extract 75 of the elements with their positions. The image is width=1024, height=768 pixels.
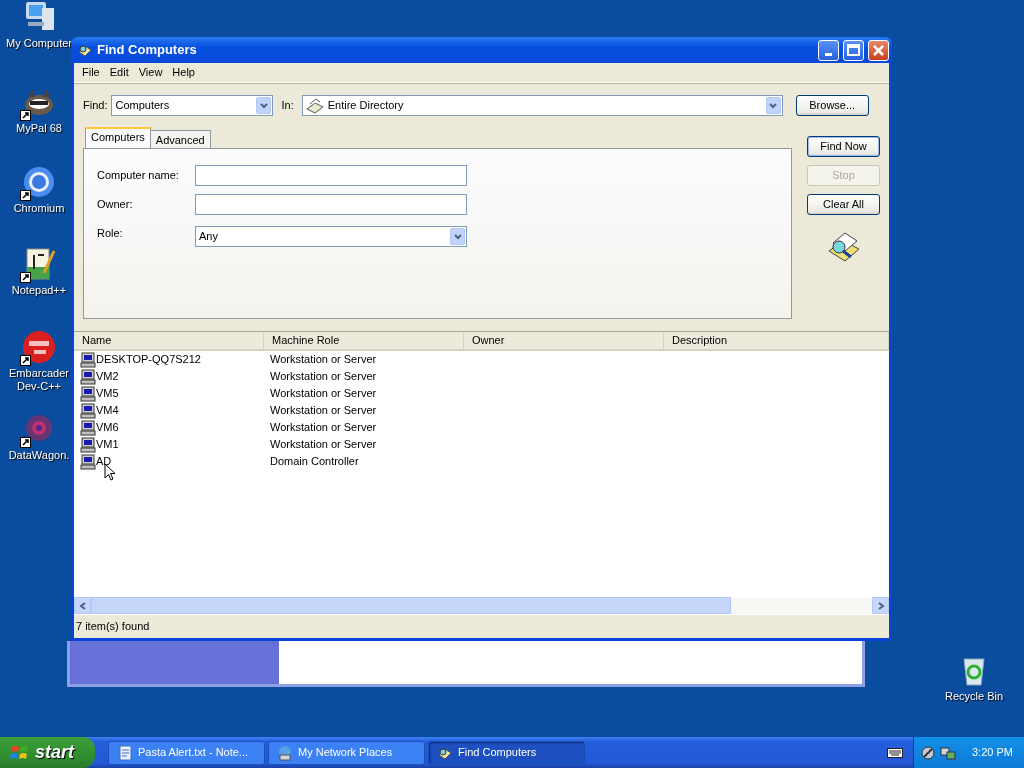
window-title: Find Computers [97,41,197,60]
menu-item[interactable]: Edit [105,64,133,81]
desktop-icon-label[interactable]: My Computer [6,37,72,50]
directory-icon [305,97,324,114]
start-button[interactable]: start [0,737,95,768]
field-label: Find: [83,98,108,114]
role-dropdown[interactable]: Any [195,225,467,247]
column-header[interactable]: Name [74,332,264,349]
close-button[interactable] [868,39,889,61]
table-cell[interactable]: VM6 [96,419,119,436]
computer-icon [80,419,96,436]
scrollbar-thumb[interactable] [91,597,731,614]
computer-icon [80,402,96,419]
notepad-icon [117,744,133,761]
desktop-icon-label[interactable]: Chromium [13,202,65,215]
field-label: Owner: [97,197,134,213]
minimize-button[interactable] [818,39,839,61]
status-text: 7 item(s) found [76,619,150,635]
scroll-left-button[interactable] [74,597,91,614]
menu-item[interactable]: File [78,64,104,81]
table-cell[interactable]: VM2 [96,368,119,385]
menu-item[interactable]: View [134,64,167,81]
menu-item[interactable]: Help [168,64,199,81]
desktop-icon-label[interactable]: Recycle Bin [944,690,1004,703]
minimize-icon [825,53,832,56]
tab[interactable]: Computers [85,127,151,148]
column-header[interactable]: Description [664,332,889,349]
action-button[interactable]: Clear All [807,194,880,215]
computer-icon [80,351,96,368]
table-cell: Workstation or Server [270,438,377,451]
text-field[interactable] [195,194,467,215]
table-cell: Workstation or Server [270,353,377,366]
taskbar-button[interactable]: Pasta Alert.txt - Note... [108,740,265,765]
computer-icon [80,368,96,385]
desktop-icon-label[interactable]: DataWagon. [8,449,70,462]
table-cell: Domain Controller [270,455,359,468]
computer-icon [80,436,96,453]
text-field[interactable] [195,165,467,186]
browser-icon[interactable] [22,165,56,199]
table-cell: Workstation or Server [270,370,377,383]
location-dropdown[interactable]: Entire Directory [301,95,783,116]
cursor-icon [104,463,116,481]
search-computer-icon [77,42,93,58]
maximize-icon [845,41,862,59]
network-icon [277,744,293,761]
column-header[interactable]: Owner [464,332,664,349]
table-cell: Workstation or Server [270,387,377,400]
taskbar-button[interactable]: My Network Places [268,740,425,765]
table-cell[interactable]: VM1 [96,436,119,453]
find-dropdown[interactable]: Computers [111,95,274,116]
maximize-button[interactable] [843,39,864,61]
keyboard-icon[interactable] [887,746,903,759]
network-icon[interactable] [940,744,956,761]
table-cell: Workstation or Server [270,404,377,417]
column-header[interactable]: Machine Role [264,332,464,349]
computer-icon [80,385,96,402]
desktop-icon-label[interactable]: MyPal 68 [16,122,62,135]
taskbar-button[interactable]: Find Computers [428,740,585,765]
desktop-icon-label[interactable]: Embarcader Dev-C++ [4,367,74,393]
table-cell[interactable]: VM5 [96,385,119,402]
windows-logo-icon [10,743,30,762]
browse-button[interactable]: Browse... [795,95,869,116]
field-label: Role: [97,226,124,242]
background-window[interactable] [67,641,865,687]
field-label: Computer name: [97,168,180,184]
clock: 3:20 PM [972,745,1013,761]
table-cell[interactable]: VM4 [96,402,119,419]
table-cell[interactable]: DESKTOP-QQ7S212 [96,351,201,368]
table-cell: Workstation or Server [270,421,377,434]
field-label: In: [281,98,294,114]
action-button[interactable]: Find Now [807,136,880,157]
tab[interactable]: Advanced [149,130,211,148]
desktop-icon-label[interactable]: Notepad++ [11,284,67,297]
computer-icon [80,453,96,470]
scroll-right-button[interactable] [872,597,889,614]
